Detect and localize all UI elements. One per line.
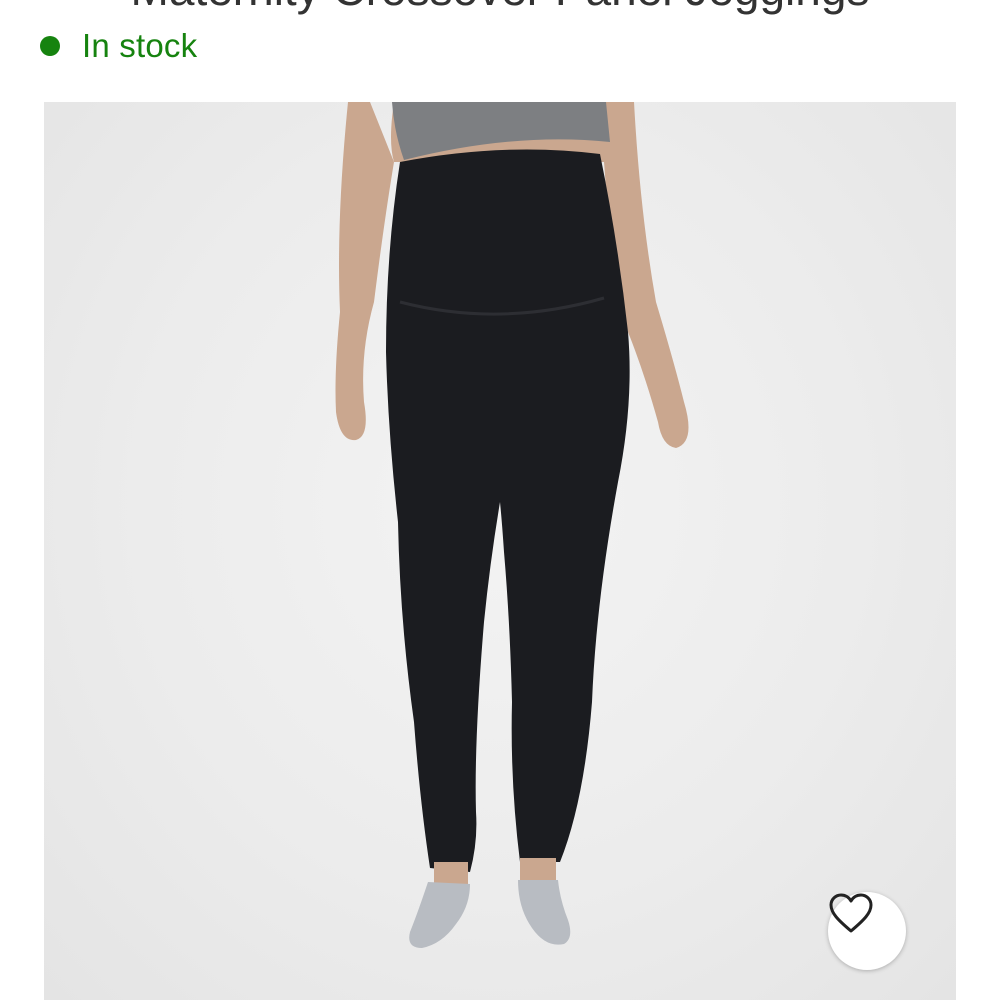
stock-status-label: In stock [82,27,198,64]
right-shoe [518,880,571,945]
product-image[interactable] [44,102,956,1000]
model-left-arm [335,102,394,441]
product-photo-illustration [335,102,689,948]
left-shoe [409,882,470,948]
stock-status: In stock [40,24,197,68]
product-title: Maternity Crossover Panel Jeggings [0,0,1000,16]
leggings [386,149,630,872]
stock-status-dot [40,36,60,56]
heart-icon [829,893,873,933]
favorite-button[interactable] [828,892,906,970]
product-detail-page: Maternity Crossover Panel Jeggings In st… [0,0,1000,1000]
